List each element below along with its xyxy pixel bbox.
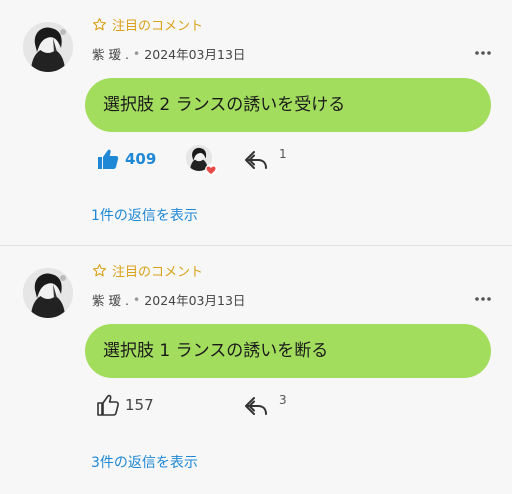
comment-date: 2024年03月13日 <box>144 46 246 62</box>
username[interactable]: 紫 瑷 . <box>92 44 129 63</box>
comment-meta: 紫 瑷 . • 2024年03月13日 <box>92 290 245 308</box>
comment-actions: 409 1 <box>0 145 512 179</box>
avatar[interactable] <box>23 268 73 318</box>
reply-count: 1 <box>279 147 287 161</box>
username[interactable]: 紫 瑷 . <box>92 290 129 309</box>
more-dots-icon[interactable] <box>474 46 492 60</box>
reply-arrow-icon[interactable] <box>243 395 269 417</box>
comment-card: 注目のコメント 紫 瑷 . • 2024年03月13日 選択肢 2 ランスの誘い… <box>0 0 512 245</box>
featured-label: 注目のコメント <box>92 260 203 280</box>
meta-separator: • <box>132 45 141 61</box>
like-count: 157 <box>125 396 154 414</box>
more-dots-icon[interactable] <box>474 292 492 306</box>
comment-card: 注目のコメント 紫 瑷 . • 2024年03月13日 選択肢 1 ランスの誘い… <box>0 246 512 494</box>
reply-arrow-icon[interactable] <box>243 149 269 171</box>
thumbs-up-icon[interactable] <box>96 393 120 417</box>
meta-separator: • <box>132 291 141 307</box>
star-outline-icon <box>93 263 106 276</box>
view-replies-link[interactable]: 1件の返信を表示 <box>91 205 198 225</box>
view-replies-link[interactable]: 3件の返信を表示 <box>91 452 198 472</box>
avatar[interactable] <box>23 22 73 72</box>
comment-date: 2024年03月13日 <box>144 292 246 308</box>
featured-label: 注目のコメント <box>92 14 203 34</box>
thumbs-up-icon[interactable] <box>96 147 120 171</box>
comment-text: 選択肢 2 ランスの誘いを受ける <box>103 95 346 115</box>
reply-count: 3 <box>279 393 287 407</box>
comment-meta: 紫 瑷 . • 2024年03月13日 <box>92 44 245 62</box>
comment-actions: 157 3 <box>0 391 512 425</box>
featured-label-text: 注目のコメント <box>112 18 204 34</box>
star-outline-icon <box>93 17 106 30</box>
featured-label-text: 注目のコメント <box>112 264 204 280</box>
comment-text: 選択肢 1 ランスの誘いを断る <box>103 341 329 361</box>
like-count: 409 <box>125 150 157 168</box>
heart-icon <box>205 164 217 176</box>
